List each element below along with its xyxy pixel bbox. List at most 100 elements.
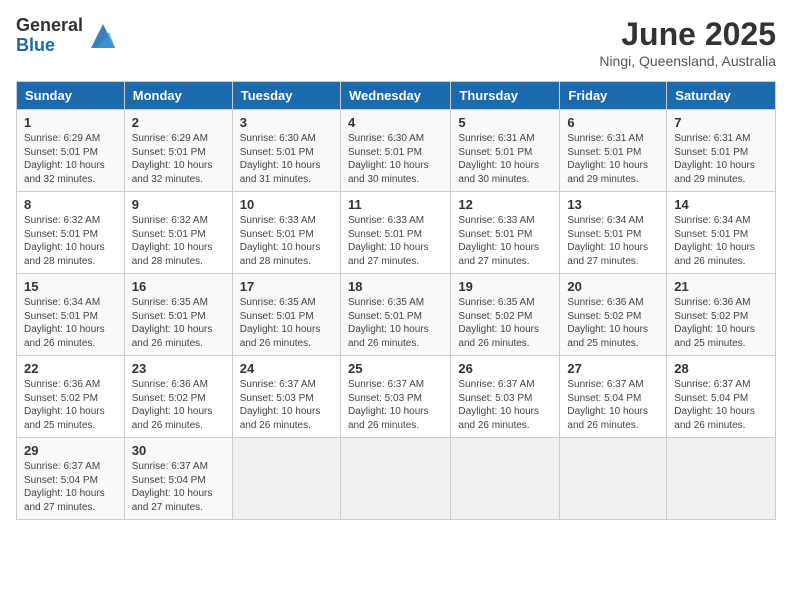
calendar-cell: 11 Sunrise: 6:33 AMSunset: 5:01 PMDaylig… bbox=[340, 192, 450, 274]
day-info: Sunrise: 6:36 AMSunset: 5:02 PMDaylight:… bbox=[674, 297, 755, 349]
calendar-cell: 16 Sunrise: 6:35 AMSunset: 5:01 PMDaylig… bbox=[124, 274, 232, 356]
day-number: 12 bbox=[458, 197, 552, 212]
col-thursday: Thursday bbox=[451, 82, 560, 110]
calendar-cell: 10 Sunrise: 6:33 AMSunset: 5:01 PMDaylig… bbox=[232, 192, 340, 274]
calendar-cell: 14 Sunrise: 6:34 AMSunset: 5:01 PMDaylig… bbox=[667, 192, 776, 274]
logo-general-text: General bbox=[16, 16, 83, 36]
day-number: 27 bbox=[567, 361, 659, 376]
calendar-table: Sunday Monday Tuesday Wednesday Thursday… bbox=[16, 81, 776, 520]
logo-blue-text: Blue bbox=[16, 36, 83, 56]
calendar-week-row: 29 Sunrise: 6:37 AMSunset: 5:04 PMDaylig… bbox=[17, 438, 776, 520]
day-number: 3 bbox=[240, 115, 333, 130]
day-info: Sunrise: 6:32 AMSunset: 5:01 PMDaylight:… bbox=[24, 215, 105, 267]
calendar-cell: 7 Sunrise: 6:31 AMSunset: 5:01 PMDayligh… bbox=[667, 110, 776, 192]
calendar-cell: 29 Sunrise: 6:37 AMSunset: 5:04 PMDaylig… bbox=[17, 438, 125, 520]
calendar-cell: 25 Sunrise: 6:37 AMSunset: 5:03 PMDaylig… bbox=[340, 356, 450, 438]
day-info: Sunrise: 6:36 AMSunset: 5:02 PMDaylight:… bbox=[24, 379, 105, 431]
col-friday: Friday bbox=[560, 82, 667, 110]
col-saturday: Saturday bbox=[667, 82, 776, 110]
month-year-title: June 2025 bbox=[599, 16, 776, 53]
logo-icon bbox=[87, 20, 119, 52]
calendar-cell bbox=[451, 438, 560, 520]
day-info: Sunrise: 6:34 AMSunset: 5:01 PMDaylight:… bbox=[567, 215, 648, 267]
day-number: 25 bbox=[348, 361, 443, 376]
day-info: Sunrise: 6:31 AMSunset: 5:01 PMDaylight:… bbox=[567, 133, 648, 185]
day-number: 28 bbox=[674, 361, 768, 376]
day-info: Sunrise: 6:31 AMSunset: 5:01 PMDaylight:… bbox=[674, 133, 755, 185]
day-number: 1 bbox=[24, 115, 117, 130]
col-monday: Monday bbox=[124, 82, 232, 110]
day-info: Sunrise: 6:35 AMSunset: 5:01 PMDaylight:… bbox=[348, 297, 429, 349]
day-number: 18 bbox=[348, 279, 443, 294]
day-info: Sunrise: 6:33 AMSunset: 5:01 PMDaylight:… bbox=[240, 215, 321, 267]
location-subtitle: Ningi, Queensland, Australia bbox=[599, 53, 776, 69]
day-number: 30 bbox=[132, 443, 225, 458]
day-info: Sunrise: 6:29 AMSunset: 5:01 PMDaylight:… bbox=[132, 133, 213, 185]
day-info: Sunrise: 6:37 AMSunset: 5:04 PMDaylight:… bbox=[132, 461, 213, 513]
day-number: 17 bbox=[240, 279, 333, 294]
calendar-header-row: Sunday Monday Tuesday Wednesday Thursday… bbox=[17, 82, 776, 110]
calendar-cell: 9 Sunrise: 6:32 AMSunset: 5:01 PMDayligh… bbox=[124, 192, 232, 274]
col-sunday: Sunday bbox=[17, 82, 125, 110]
calendar-cell: 1 Sunrise: 6:29 AMSunset: 5:01 PMDayligh… bbox=[17, 110, 125, 192]
calendar-cell: 13 Sunrise: 6:34 AMSunset: 5:01 PMDaylig… bbox=[560, 192, 667, 274]
page-header: General Blue June 2025 Ningi, Queensland… bbox=[16, 16, 776, 69]
day-info: Sunrise: 6:37 AMSunset: 5:04 PMDaylight:… bbox=[674, 379, 755, 431]
calendar-cell: 3 Sunrise: 6:30 AMSunset: 5:01 PMDayligh… bbox=[232, 110, 340, 192]
day-info: Sunrise: 6:35 AMSunset: 5:01 PMDaylight:… bbox=[240, 297, 321, 349]
day-number: 13 bbox=[567, 197, 659, 212]
calendar-cell: 15 Sunrise: 6:34 AMSunset: 5:01 PMDaylig… bbox=[17, 274, 125, 356]
day-number: 22 bbox=[24, 361, 117, 376]
day-number: 21 bbox=[674, 279, 768, 294]
day-number: 11 bbox=[348, 197, 443, 212]
day-number: 7 bbox=[674, 115, 768, 130]
calendar-cell: 27 Sunrise: 6:37 AMSunset: 5:04 PMDaylig… bbox=[560, 356, 667, 438]
calendar-cell: 21 Sunrise: 6:36 AMSunset: 5:02 PMDaylig… bbox=[667, 274, 776, 356]
day-info: Sunrise: 6:37 AMSunset: 5:03 PMDaylight:… bbox=[458, 379, 539, 431]
day-info: Sunrise: 6:33 AMSunset: 5:01 PMDaylight:… bbox=[348, 215, 429, 267]
calendar-week-row: 22 Sunrise: 6:36 AMSunset: 5:02 PMDaylig… bbox=[17, 356, 776, 438]
title-section: June 2025 Ningi, Queensland, Australia bbox=[599, 16, 776, 69]
day-number: 16 bbox=[132, 279, 225, 294]
day-info: Sunrise: 6:30 AMSunset: 5:01 PMDaylight:… bbox=[348, 133, 429, 185]
day-number: 10 bbox=[240, 197, 333, 212]
day-info: Sunrise: 6:34 AMSunset: 5:01 PMDaylight:… bbox=[24, 297, 105, 349]
calendar-cell: 28 Sunrise: 6:37 AMSunset: 5:04 PMDaylig… bbox=[667, 356, 776, 438]
calendar-cell: 5 Sunrise: 6:31 AMSunset: 5:01 PMDayligh… bbox=[451, 110, 560, 192]
calendar-cell bbox=[667, 438, 776, 520]
day-info: Sunrise: 6:36 AMSunset: 5:02 PMDaylight:… bbox=[132, 379, 213, 431]
day-info: Sunrise: 6:36 AMSunset: 5:02 PMDaylight:… bbox=[567, 297, 648, 349]
day-number: 24 bbox=[240, 361, 333, 376]
calendar-cell bbox=[340, 438, 450, 520]
day-number: 8 bbox=[24, 197, 117, 212]
col-tuesday: Tuesday bbox=[232, 82, 340, 110]
day-info: Sunrise: 6:37 AMSunset: 5:03 PMDaylight:… bbox=[240, 379, 321, 431]
day-info: Sunrise: 6:30 AMSunset: 5:01 PMDaylight:… bbox=[240, 133, 321, 185]
day-number: 23 bbox=[132, 361, 225, 376]
calendar-week-row: 8 Sunrise: 6:32 AMSunset: 5:01 PMDayligh… bbox=[17, 192, 776, 274]
day-number: 20 bbox=[567, 279, 659, 294]
calendar-cell: 18 Sunrise: 6:35 AMSunset: 5:01 PMDaylig… bbox=[340, 274, 450, 356]
day-number: 6 bbox=[567, 115, 659, 130]
day-info: Sunrise: 6:33 AMSunset: 5:01 PMDaylight:… bbox=[458, 215, 539, 267]
day-info: Sunrise: 6:35 AMSunset: 5:02 PMDaylight:… bbox=[458, 297, 539, 349]
day-info: Sunrise: 6:37 AMSunset: 5:04 PMDaylight:… bbox=[567, 379, 648, 431]
day-number: 26 bbox=[458, 361, 552, 376]
col-wednesday: Wednesday bbox=[340, 82, 450, 110]
calendar-cell bbox=[560, 438, 667, 520]
calendar-cell: 20 Sunrise: 6:36 AMSunset: 5:02 PMDaylig… bbox=[560, 274, 667, 356]
calendar-cell: 4 Sunrise: 6:30 AMSunset: 5:01 PMDayligh… bbox=[340, 110, 450, 192]
day-info: Sunrise: 6:37 AMSunset: 5:03 PMDaylight:… bbox=[348, 379, 429, 431]
calendar-week-row: 15 Sunrise: 6:34 AMSunset: 5:01 PMDaylig… bbox=[17, 274, 776, 356]
calendar-cell: 26 Sunrise: 6:37 AMSunset: 5:03 PMDaylig… bbox=[451, 356, 560, 438]
calendar-cell bbox=[232, 438, 340, 520]
day-info: Sunrise: 6:32 AMSunset: 5:01 PMDaylight:… bbox=[132, 215, 213, 267]
day-number: 2 bbox=[132, 115, 225, 130]
calendar-cell: 8 Sunrise: 6:32 AMSunset: 5:01 PMDayligh… bbox=[17, 192, 125, 274]
calendar-cell: 6 Sunrise: 6:31 AMSunset: 5:01 PMDayligh… bbox=[560, 110, 667, 192]
calendar-cell: 24 Sunrise: 6:37 AMSunset: 5:03 PMDaylig… bbox=[232, 356, 340, 438]
day-info: Sunrise: 6:34 AMSunset: 5:01 PMDaylight:… bbox=[674, 215, 755, 267]
day-info: Sunrise: 6:37 AMSunset: 5:04 PMDaylight:… bbox=[24, 461, 105, 513]
day-number: 19 bbox=[458, 279, 552, 294]
calendar-cell: 19 Sunrise: 6:35 AMSunset: 5:02 PMDaylig… bbox=[451, 274, 560, 356]
